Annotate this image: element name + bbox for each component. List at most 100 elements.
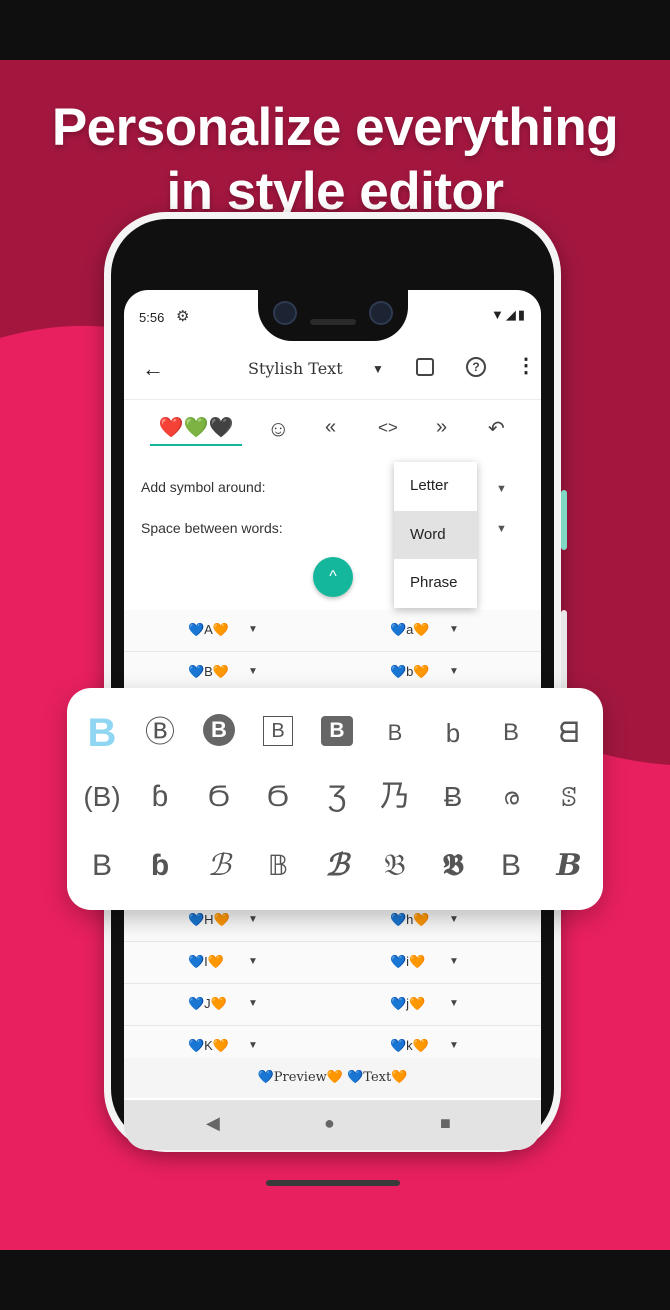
mapping-lower: 💙i🧡 bbox=[390, 954, 426, 969]
code-icon[interactable]: <> bbox=[378, 418, 398, 438]
toolbar-divider bbox=[124, 399, 541, 400]
next-style-icon[interactable]: » bbox=[436, 416, 447, 439]
space-between-label: Space between words: bbox=[141, 520, 283, 536]
back-arrow-icon[interactable]: ← bbox=[142, 356, 164, 382]
style-option[interactable]: Ϭ bbox=[191, 767, 247, 827]
style-option[interactable]: Ʒ bbox=[309, 767, 365, 827]
style-option-label: B bbox=[203, 714, 235, 746]
style-option[interactable]: B bbox=[541, 836, 597, 896]
emoji-icon[interactable]: ☺ bbox=[267, 416, 289, 442]
top-black-bar bbox=[0, 0, 670, 60]
front-camera-left bbox=[273, 301, 297, 325]
scope-dropdown-menu: Letter Word Phrase bbox=[394, 462, 477, 608]
system-nav-bar: ◀ ● ■ bbox=[124, 1100, 541, 1150]
app-title[interactable]: Stylish Text bbox=[248, 359, 343, 378]
menu-item-phrase[interactable]: Phrase bbox=[394, 559, 477, 608]
symbol-input[interactable]: ❤️💚🖤 bbox=[150, 414, 242, 446]
style-option[interactable]: 𝔹 bbox=[250, 836, 306, 896]
mapping-upper: 💙J🧡 bbox=[188, 996, 227, 1011]
style-option[interactable]: B bbox=[483, 703, 539, 763]
preview-text: 💙Preview🧡 💙Text🧡 bbox=[124, 1058, 541, 1098]
add-symbol-dropdown-icon[interactable]: ▼ bbox=[496, 483, 507, 495]
style-option[interactable]: ɓ bbox=[132, 836, 188, 896]
more-options-icon[interactable]: ⋮ bbox=[516, 356, 536, 376]
style-option[interactable]: B bbox=[367, 703, 423, 763]
style-option[interactable]: B bbox=[74, 836, 130, 896]
style-option[interactable]: (B) bbox=[74, 767, 130, 827]
caret-down-icon[interactable]: ▼ bbox=[449, 666, 459, 677]
style-option[interactable]: B bbox=[483, 836, 539, 896]
caret-down-icon[interactable]: ▼ bbox=[248, 666, 258, 677]
mapping-upper: 💙K🧡 bbox=[188, 1038, 230, 1053]
mapping-upper: 💙H🧡 bbox=[188, 912, 230, 927]
style-option[interactable]: Ϭ bbox=[250, 767, 306, 827]
mapping-upper: 💙B🧡 bbox=[188, 664, 230, 679]
menu-item-letter[interactable]: Letter bbox=[394, 462, 477, 511]
font-style-picker: B Ⓑ B B B B b B ᗺ (B) ɓ Ϭ Ϭ Ʒ 乃 Ƀ ര ꕷ B … bbox=[67, 688, 603, 910]
add-symbol-label: Add symbol around: bbox=[141, 479, 266, 495]
caret-down-icon[interactable]: ▼ bbox=[449, 624, 459, 635]
status-time: 5:56 bbox=[139, 310, 165, 325]
style-option[interactable]: b bbox=[425, 703, 481, 763]
mapping-row[interactable]: 💙I🧡 ▼ 💙i🧡 ▼ bbox=[124, 942, 541, 984]
caret-down-icon[interactable]: ▼ bbox=[449, 956, 459, 967]
symbol-toolbar: ❤️💚🖤 ☺ « <> » ↶ bbox=[124, 408, 541, 456]
app-toolbar: ← Stylish Text ▼ ? ⋮ bbox=[124, 342, 541, 398]
headline-line-1: Personalize everything bbox=[51, 98, 619, 157]
style-option-selected[interactable]: B bbox=[74, 703, 130, 763]
style-option-label: B bbox=[263, 716, 293, 746]
style-option-label: B bbox=[321, 716, 353, 746]
caret-down-icon[interactable]: ▼ bbox=[248, 1040, 258, 1051]
style-option[interactable]: B bbox=[250, 703, 306, 763]
style-option[interactable]: ɓ bbox=[132, 767, 188, 827]
mapping-upper: 💙I🧡 bbox=[188, 954, 224, 969]
caret-down-icon[interactable]: ▼ bbox=[449, 998, 459, 1009]
nav-home-icon[interactable]: ● bbox=[324, 1113, 335, 1134]
undo-icon[interactable]: ↶ bbox=[488, 416, 505, 441]
mapping-row[interactable]: 💙A🧡 ▼ 💙a🧡 ▼ bbox=[124, 610, 541, 652]
headline: Personalize everything in style editor bbox=[0, 96, 670, 224]
mapping-row[interactable]: 💙J🧡 ▼ 💙j🧡 ▼ bbox=[124, 984, 541, 1026]
menu-item-word[interactable]: Word bbox=[394, 510, 477, 560]
phone-chin-bar bbox=[266, 1180, 400, 1186]
style-option[interactable]: B bbox=[191, 703, 247, 763]
caret-down-icon[interactable]: ▼ bbox=[449, 1040, 459, 1051]
earpiece-speaker bbox=[310, 319, 356, 325]
space-dropdown-icon[interactable]: ▼ bbox=[496, 523, 507, 535]
camera-notch bbox=[258, 285, 408, 341]
nav-recent-icon[interactable]: ■ bbox=[440, 1113, 451, 1134]
collapse-fab-button[interactable]: ^ bbox=[313, 557, 353, 597]
gear-icon: ⚙ bbox=[176, 308, 190, 325]
bottom-black-bar bbox=[0, 1250, 670, 1310]
mapping-lower: 💙h🧡 bbox=[390, 912, 430, 927]
style-option[interactable]: 𝕭 bbox=[425, 836, 481, 896]
style-option[interactable]: ℬ bbox=[191, 836, 247, 896]
volume-button bbox=[561, 610, 567, 694]
title-dropdown-icon[interactable]: ▼ bbox=[372, 362, 384, 376]
caret-down-icon[interactable]: ▼ bbox=[248, 956, 258, 967]
style-option[interactable]: 乃 bbox=[367, 767, 423, 827]
style-option[interactable]: ᗺ bbox=[541, 703, 597, 763]
caret-down-icon[interactable]: ▼ bbox=[449, 914, 459, 925]
nav-back-icon[interactable]: ◀ bbox=[206, 1113, 220, 1134]
style-option[interactable]: ꕷ bbox=[541, 767, 597, 827]
mapping-upper: 💙A🧡 bbox=[188, 622, 230, 637]
caret-down-icon[interactable]: ▼ bbox=[248, 914, 258, 925]
caret-down-icon[interactable]: ▼ bbox=[248, 998, 258, 1009]
style-option[interactable]: ര bbox=[483, 767, 539, 827]
mapping-lower: 💙a🧡 bbox=[390, 622, 430, 637]
style-option[interactable]: ℬ bbox=[309, 836, 365, 896]
caret-down-icon[interactable]: ▼ bbox=[248, 624, 258, 635]
style-option[interactable]: B bbox=[309, 703, 365, 763]
power-button bbox=[561, 490, 567, 550]
mapping-lower: 💙k🧡 bbox=[390, 1038, 429, 1053]
help-icon[interactable]: ? bbox=[466, 357, 486, 377]
mapping-lower: 💙j🧡 bbox=[390, 996, 426, 1011]
signal-battery-icons: ▼◢▮ bbox=[490, 307, 527, 322]
style-option[interactable]: Ƀ bbox=[425, 767, 481, 827]
style-option[interactable]: Ⓑ bbox=[132, 703, 188, 763]
style-option[interactable]: 𝔅 bbox=[367, 836, 423, 896]
prev-style-icon[interactable]: « bbox=[325, 416, 336, 439]
mapping-lower: 💙b🧡 bbox=[390, 664, 430, 679]
save-icon[interactable] bbox=[416, 358, 434, 376]
